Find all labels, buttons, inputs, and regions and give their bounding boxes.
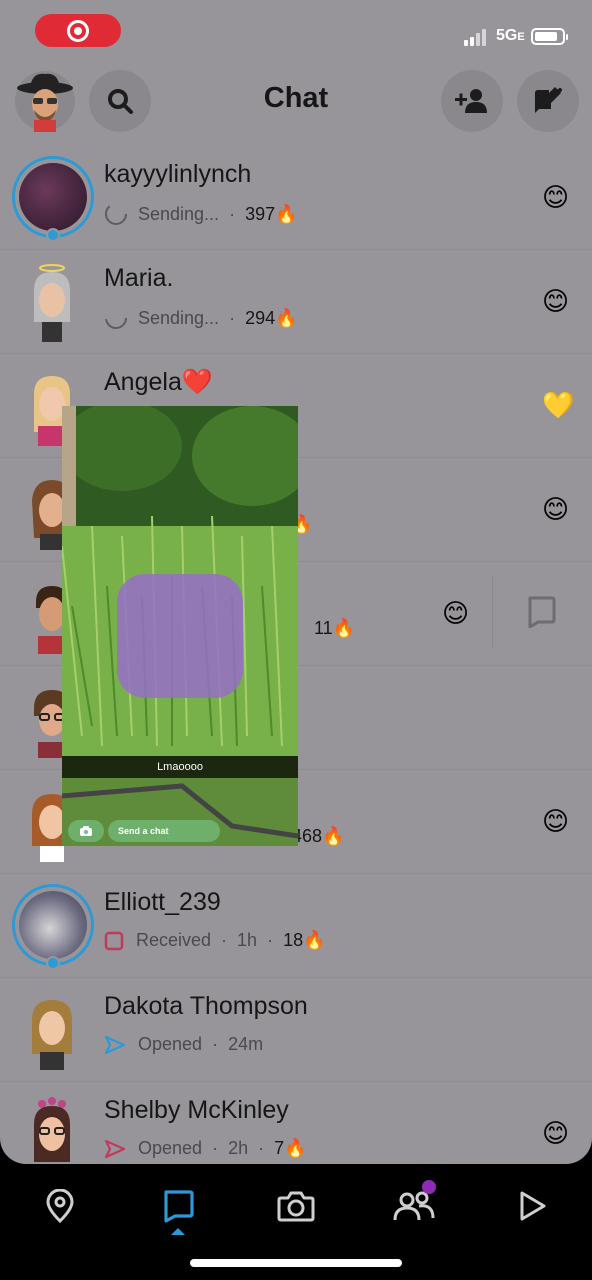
sending-spinner-icon [105,203,127,225]
map-pin-icon [46,1189,74,1223]
chat-screen: 5GE Chat kayyylinlynch Sending... · 397 … [0,0,592,1164]
camera-icon [80,826,92,836]
row-divider [492,576,493,648]
private-story-lock-icon [46,956,60,970]
friend-emoji: 😊 [542,182,570,212]
chat-status: Sending... · 294 🔥 [104,306,298,330]
camera-reply-button[interactable] [68,820,104,842]
snap-caption: Lmaoooo [62,756,298,778]
chat-status: Received · 1h · 18 🔥 [104,930,326,951]
add-friend-icon [455,89,487,113]
send-a-chat-input[interactable]: Send a chat [108,820,220,842]
new-chat-button[interactable] [517,70,579,132]
opened-arrow-icon [104,1035,126,1054]
screen-record-indicator[interactable] [35,14,121,47]
chat-name: kayyylinlynch [104,160,252,188]
nav-map[interactable] [32,1178,88,1234]
avatar[interactable] [12,260,94,342]
story-ring [12,156,94,238]
camera-icon [277,1191,315,1222]
chat-name: Maria. [104,264,174,292]
avatar[interactable] [12,1092,94,1164]
bitmoji-icon [34,1097,70,1162]
avatar[interactable] [12,156,94,242]
avatar[interactable] [12,988,94,1070]
chat-row[interactable]: Elliott_239 Received · 1h · 18 🔥 [0,874,592,978]
snap-preview[interactable]: Lmaoooo Send a chat [62,406,298,846]
friend-emoji: 💛 [542,390,575,420]
chat-name: Elliott_239 [104,888,221,916]
active-tab-indicator [171,1228,185,1235]
chat-icon [164,1190,194,1223]
nav-discover[interactable] [504,1178,560,1234]
add-friend-button[interactable] [441,70,503,132]
bitmoji-angel-icon [34,264,70,342]
opened-arrow-icon [104,1139,126,1158]
chat-row[interactable]: Maria. Sending... · 294 🔥 😊 [0,250,592,354]
signal-icon [464,28,492,46]
friend-emoji: 😊 [542,286,570,316]
record-icon [67,19,89,42]
friend-emoji: 😊 [442,598,470,628]
chat-status: Opened · 2h · 7 🔥 [104,1138,307,1159]
chat-row[interactable]: Dakota Thompson Opened · 24m [0,978,592,1082]
quick-reply-button[interactable] [526,596,556,633]
new-chat-icon [535,87,562,113]
nav-friends[interactable] [386,1178,442,1234]
friend-emoji: 😊 [542,494,570,524]
chat-status: Sending... · 397 🔥 [104,202,298,226]
blurred-region [117,574,243,698]
chat-row[interactable]: Shelby McKinley Opened · 2h · 7 🔥 😊 [0,1082,592,1164]
play-icon [520,1191,546,1221]
bitmoji-icon [32,1000,72,1070]
avatar[interactable] [12,884,94,970]
nav-camera[interactable] [268,1178,324,1234]
chat-name: Angela❤️ [104,368,213,396]
chat-row[interactable]: kayyylinlynch Sending... · 397 🔥 😊 [0,146,592,250]
home-indicator[interactable] [190,1259,402,1267]
battery-icon [531,28,568,45]
chat-status: 11 🔥 [314,618,356,638]
chat-bubble-icon [528,596,556,629]
network-type: 5GE [496,27,525,44]
private-story-lock-icon [46,228,60,242]
friends-icon [393,1191,435,1221]
friend-emoji: 😊 [542,1118,570,1148]
sending-spinner-icon [105,307,127,329]
story-ring [12,884,94,966]
received-square-icon [104,931,124,950]
page-title: Chat [263,82,329,114]
chat-name: Shelby McKinley [104,1096,289,1124]
chat-status: 468 🔥 [292,826,345,846]
chat-name: Dakota Thompson [104,992,308,1020]
nav-chat[interactable] [150,1178,206,1234]
notification-badge [422,1180,436,1194]
friend-emoji: 😊 [542,806,570,836]
chat-status: Opened · 24m [104,1034,263,1055]
